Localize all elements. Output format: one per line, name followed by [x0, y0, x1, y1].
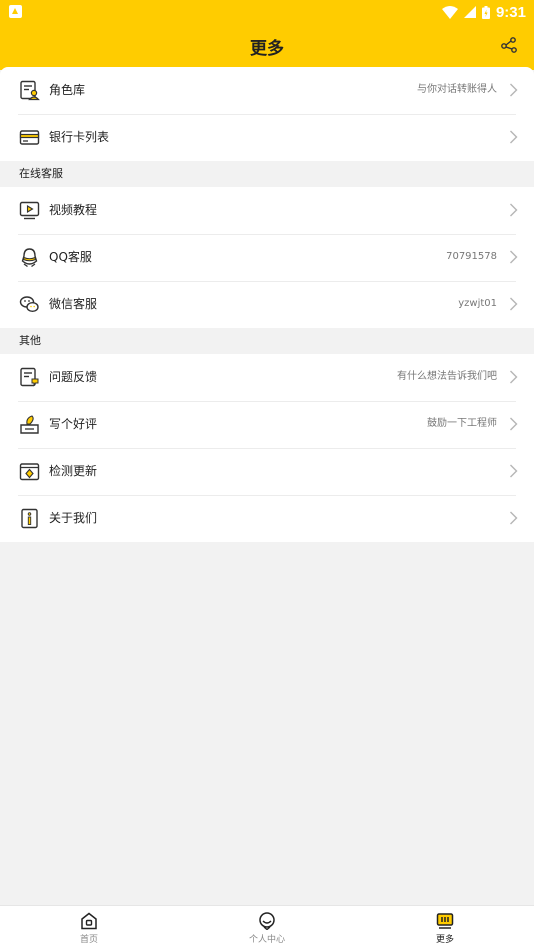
other-group: 问题反馈 有什么想法告诉我们吧 写个好评 鼓励一下工程师 检测更新 关于我们 — [0, 354, 534, 542]
row-label: 微信客服 — [49, 297, 98, 311]
row-value: 70791578 — [446, 251, 497, 262]
battery-icon — [481, 5, 490, 19]
app-bar: 更多 — [0, 24, 534, 70]
account-group: 角色库 与你对话转账得人 银行卡列表 — [0, 67, 534, 161]
row-value: 与你对话转账得人 — [417, 84, 497, 95]
more-icon — [436, 913, 454, 929]
bank-card-icon — [19, 130, 40, 145]
row-about-us[interactable]: 关于我们 — [0, 495, 534, 542]
video-icon — [19, 201, 40, 220]
row-label: 角色库 — [49, 83, 86, 97]
qq-icon — [21, 248, 38, 268]
share-icon[interactable] — [500, 36, 518, 54]
row-bank-card-list[interactable]: 银行卡列表 — [0, 114, 534, 161]
row-label: 银行卡列表 — [49, 130, 110, 144]
status-time: 9:31 — [495, 3, 526, 21]
bottom-tab-bar: 首页 个人中心 更多 — [0, 905, 534, 950]
section-header-other: 其他 — [0, 328, 534, 354]
tab-label: 首页 — [79, 935, 98, 945]
row-value: 有什么想法告诉我们吧 — [397, 371, 497, 382]
system-tray: 9:31 — [441, 2, 526, 22]
chevron-right-icon — [510, 417, 518, 431]
status-bar: 9:31 — [0, 0, 534, 24]
feedback-icon — [20, 367, 39, 387]
chevron-right-icon — [510, 297, 518, 311]
tab-label: 更多 — [435, 935, 454, 945]
person-icon — [259, 912, 275, 930]
notification-app-icon — [9, 5, 22, 18]
signal-icon — [463, 6, 476, 18]
row-feedback[interactable]: 问题反馈 有什么想法告诉我们吧 — [0, 354, 534, 401]
review-icon — [20, 415, 39, 434]
info-icon — [21, 508, 38, 529]
row-check-update[interactable]: 检测更新 — [0, 448, 534, 495]
chevron-right-icon — [510, 130, 518, 144]
page-title: 更多 — [250, 39, 284, 59]
row-value: 鼓励一下工程师 — [427, 418, 497, 429]
row-qq-support[interactable]: QQ客服 70791578 — [0, 234, 534, 281]
row-wechat-support[interactable]: 微信客服 yzwjt01 — [0, 281, 534, 328]
role-library-icon — [20, 80, 40, 101]
tab-home[interactable]: 首页 — [49, 910, 129, 950]
row-value: yzwjt01 — [458, 298, 497, 309]
chevron-right-icon — [510, 370, 518, 384]
chevron-right-icon — [510, 83, 518, 97]
tab-more[interactable]: 更多 — [405, 910, 485, 950]
settings-list: 角色库 与你对话转账得人 银行卡列表 在线客服 视频教程 QQ客服 707915… — [0, 67, 534, 542]
row-label: 视频教程 — [49, 203, 98, 217]
chevron-right-icon — [510, 203, 518, 217]
support-group: 视频教程 QQ客服 70791578 微信客服 yzwjt01 — [0, 187, 534, 328]
row-role-library[interactable]: 角色库 与你对话转账得人 — [0, 67, 534, 114]
wechat-icon — [19, 296, 39, 313]
wifi-icon — [441, 5, 458, 19]
row-label: 检测更新 — [49, 464, 98, 478]
chevron-right-icon — [510, 250, 518, 264]
row-write-review[interactable]: 写个好评 鼓励一下工程师 — [0, 401, 534, 448]
row-label: 问题反馈 — [49, 370, 98, 384]
home-icon — [81, 912, 97, 930]
row-video-tutorial[interactable]: 视频教程 — [0, 187, 534, 234]
chevron-right-icon — [510, 464, 518, 478]
tab-profile[interactable]: 个人中心 — [227, 910, 307, 950]
update-icon — [19, 463, 40, 481]
chevron-right-icon — [510, 511, 518, 525]
row-label: 写个好评 — [49, 417, 98, 431]
row-label: QQ客服 — [49, 250, 92, 264]
row-label: 关于我们 — [49, 511, 98, 525]
section-header-support: 在线客服 — [0, 161, 534, 187]
tab-label: 个人中心 — [248, 935, 285, 945]
